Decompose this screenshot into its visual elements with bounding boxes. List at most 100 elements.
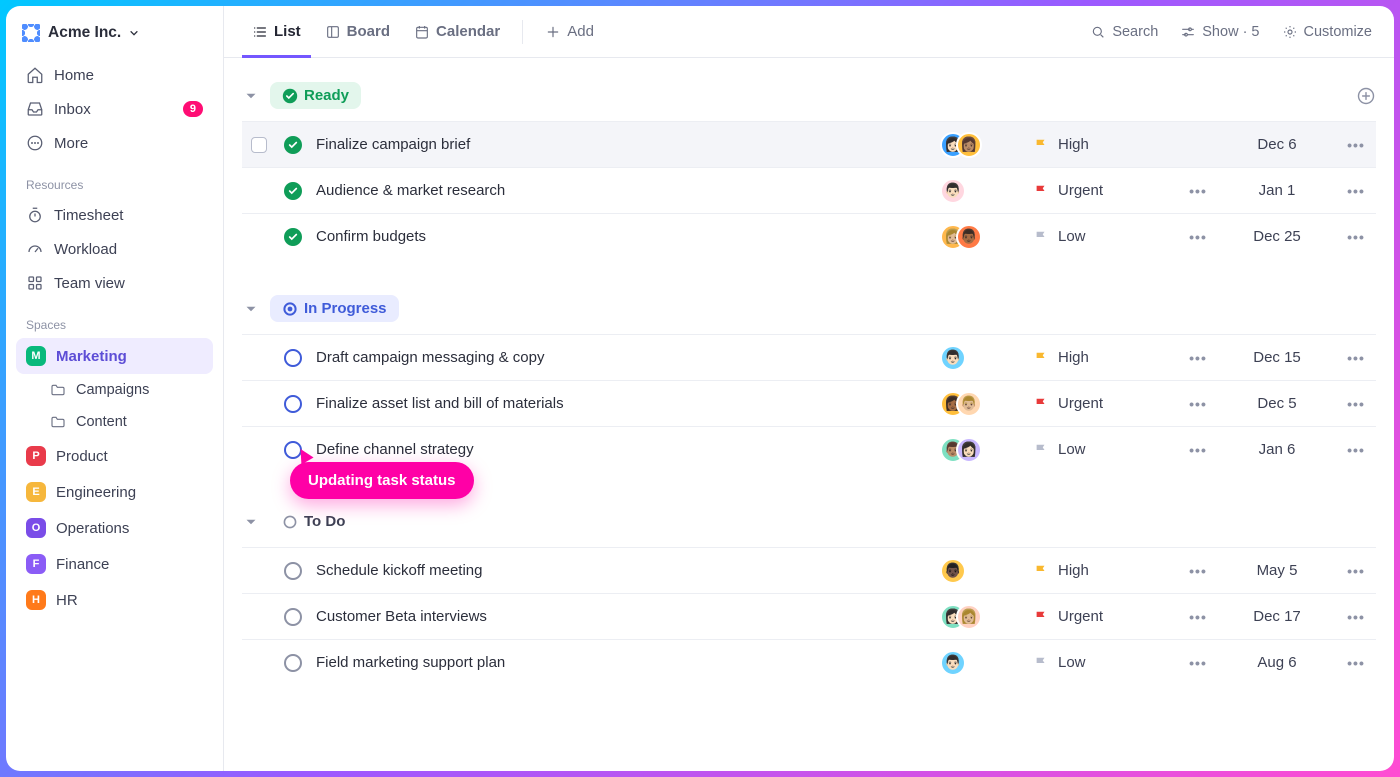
priority-cell[interactable]: Urgent xyxy=(1034,182,1164,199)
search-button[interactable]: Search xyxy=(1086,18,1162,46)
due-date[interactable]: May 5 xyxy=(1232,562,1322,579)
row-menu-button[interactable]: ••• xyxy=(1336,350,1376,366)
row-menu-button[interactable]: ••• xyxy=(1336,442,1376,458)
more-icon xyxy=(26,134,44,152)
collapse-toggle[interactable] xyxy=(242,87,260,105)
avatar[interactable]: 👩🏽 xyxy=(956,132,982,158)
select-checkbox[interactable] xyxy=(251,137,267,153)
row-extras-button[interactable]: ••• xyxy=(1178,229,1218,245)
priority-label: Low xyxy=(1058,228,1086,245)
task-status-button[interactable] xyxy=(284,228,302,246)
due-date[interactable]: Dec 6 xyxy=(1232,136,1322,153)
row-menu-button[interactable]: ••• xyxy=(1336,183,1376,199)
add-view-button[interactable]: Add xyxy=(535,6,604,58)
row-extras-button[interactable]: ••• xyxy=(1178,396,1218,412)
group-label: Ready xyxy=(304,87,349,104)
due-date[interactable]: Jan 1 xyxy=(1232,182,1322,199)
task-row[interactable]: Finalize campaign brief 👩🏻👩🏽 High Dec 6 … xyxy=(242,121,1376,167)
row-extras-button[interactable]: ••• xyxy=(1178,563,1218,579)
sidebar-space-product[interactable]: PProduct xyxy=(16,438,213,474)
collapse-toggle[interactable] xyxy=(242,513,260,531)
task-status-button[interactable] xyxy=(284,136,302,154)
sidebar-space-child-campaigns[interactable]: Campaigns xyxy=(16,374,213,406)
task-row[interactable]: Field marketing support plan 👨🏻 Low ••• … xyxy=(242,639,1376,685)
task-row[interactable]: Draft campaign messaging & copy 👨🏻 High … xyxy=(242,334,1376,380)
sidebar-item-timesheet[interactable]: Timesheet xyxy=(16,198,213,232)
due-date[interactable]: Jan 6 xyxy=(1232,441,1322,458)
avatar[interactable]: 👩🏻 xyxy=(956,437,982,463)
priority-cell[interactable]: Low xyxy=(1034,441,1164,458)
priority-cell[interactable]: High xyxy=(1034,562,1164,579)
due-date[interactable]: Dec 25 xyxy=(1232,228,1322,245)
task-status-button[interactable] xyxy=(284,562,302,580)
due-date[interactable]: Dec 15 xyxy=(1232,349,1322,366)
row-extras-button[interactable]: ••• xyxy=(1178,655,1218,671)
due-date[interactable]: Dec 5 xyxy=(1232,395,1322,412)
avatar[interactable]: 👨🏻 xyxy=(940,345,966,371)
add-view-label: Add xyxy=(567,23,594,40)
status-pill[interactable]: To Do xyxy=(270,508,357,535)
priority-cell[interactable]: Low xyxy=(1034,228,1164,245)
priority-cell[interactable]: Urgent xyxy=(1034,608,1164,625)
due-date[interactable]: Dec 17 xyxy=(1232,608,1322,625)
row-menu-button[interactable]: ••• xyxy=(1336,396,1376,412)
task-row[interactable]: Define channel strategy 👨🏽👩🏻 Low ••• Jan… xyxy=(242,426,1376,472)
assignees: 👨🏽👩🏻 xyxy=(940,437,1020,463)
avatar[interactable]: 👨🏻 xyxy=(940,178,966,204)
status-pill[interactable]: Ready xyxy=(270,82,361,109)
sidebar-space-finance[interactable]: FFinance xyxy=(16,546,213,582)
row-extras-button[interactable]: ••• xyxy=(1178,609,1218,625)
avatar[interactable]: 👨🏼 xyxy=(956,391,982,417)
sidebar-space-hr[interactable]: HHR xyxy=(16,582,213,618)
view-tab-list[interactable]: List xyxy=(242,6,311,58)
task-row[interactable]: Confirm budgets 👩🏼👨🏾 Low ••• Dec 25 ••• xyxy=(242,213,1376,259)
view-tab-calendar[interactable]: Calendar xyxy=(404,6,510,58)
sidebar-item-teamview[interactable]: Team view xyxy=(16,266,213,300)
customize-button[interactable]: Customize xyxy=(1278,18,1377,46)
task-status-button[interactable] xyxy=(284,182,302,200)
avatar[interactable]: 👨🏾 xyxy=(956,224,982,250)
sidebar-item-inbox[interactable]: Inbox 9 xyxy=(16,92,213,126)
sidebar-item-workload[interactable]: Workload xyxy=(16,232,213,266)
row-extras-button[interactable]: ••• xyxy=(1178,183,1218,199)
sidebar-item-more[interactable]: More xyxy=(16,126,213,160)
task-row[interactable]: Finalize asset list and bill of material… xyxy=(242,380,1376,426)
row-menu-button[interactable]: ••• xyxy=(1336,655,1376,671)
priority-cell[interactable]: Urgent xyxy=(1034,395,1164,412)
sidebar-space-operations[interactable]: OOperations xyxy=(16,510,213,546)
priority-cell[interactable]: Low xyxy=(1034,654,1164,671)
task-row[interactable]: Customer Beta interviews 👩🏻👩🏼 Urgent •••… xyxy=(242,593,1376,639)
avatar[interactable]: 👩🏼 xyxy=(956,604,982,630)
collapse-toggle[interactable] xyxy=(242,300,260,318)
task-status-button[interactable] xyxy=(284,349,302,367)
row-menu-button[interactable]: ••• xyxy=(1336,563,1376,579)
avatar[interactable]: 👨🏻 xyxy=(940,650,966,676)
row-menu-button[interactable]: ••• xyxy=(1336,137,1376,153)
row-menu-button[interactable]: ••• xyxy=(1336,229,1376,245)
view-tab-board[interactable]: Board xyxy=(315,6,400,58)
row-menu-button[interactable]: ••• xyxy=(1336,609,1376,625)
space-badge-icon: O xyxy=(26,518,46,538)
row-extras-button[interactable]: ••• xyxy=(1178,442,1218,458)
task-status-button[interactable] xyxy=(284,395,302,413)
sidebar-item-label: Marketing xyxy=(56,348,127,365)
task-row[interactable]: Schedule kickoff meeting 👨🏿 High ••• May… xyxy=(242,547,1376,593)
add-task-button[interactable] xyxy=(1356,86,1376,106)
sidebar-space-engineering[interactable]: EEngineering xyxy=(16,474,213,510)
show-button[interactable]: Show · 5 xyxy=(1176,18,1263,46)
status-pill[interactable]: In Progress xyxy=(270,295,399,322)
sidebar-item-label: Content xyxy=(76,414,127,430)
due-date[interactable]: Aug 6 xyxy=(1232,654,1322,671)
priority-cell[interactable]: High xyxy=(1034,349,1164,366)
sidebar-space-marketing[interactable]: MMarketing xyxy=(16,338,213,374)
task-status-button[interactable] xyxy=(284,608,302,626)
task-status-button[interactable] xyxy=(284,654,302,672)
group-header-todo: To Do xyxy=(242,498,1376,547)
sidebar-item-home[interactable]: Home xyxy=(16,58,213,92)
workspace-switcher[interactable]: Acme Inc. xyxy=(16,20,213,58)
sidebar-space-child-content[interactable]: Content xyxy=(16,406,213,438)
row-extras-button[interactable]: ••• xyxy=(1178,350,1218,366)
task-row[interactable]: Audience & market research 👨🏻 Urgent •••… xyxy=(242,167,1376,213)
priority-cell[interactable]: High xyxy=(1034,136,1164,153)
avatar[interactable]: 👨🏿 xyxy=(940,558,966,584)
